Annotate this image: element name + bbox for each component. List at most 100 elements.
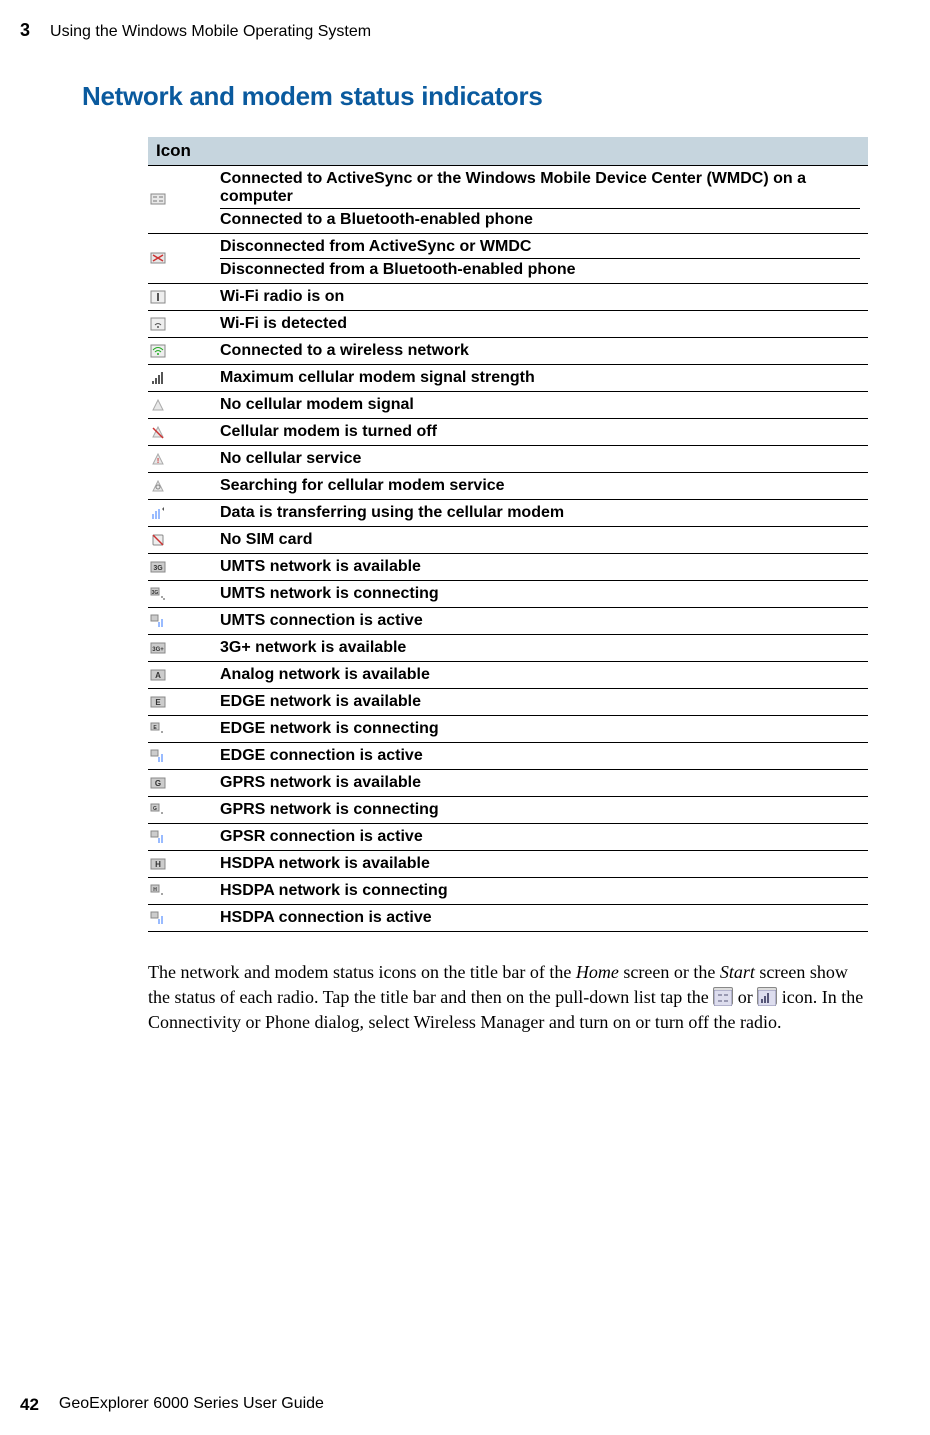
table-row: Wi-Fi is detected — [148, 311, 868, 338]
table-row: Cellular modem is turned off — [148, 419, 868, 446]
table-row: G GPRS network is connecting — [148, 797, 868, 824]
chapter-title: Using the Windows Mobile Operating Syste… — [50, 23, 371, 41]
edge-available-icon: E — [150, 695, 166, 709]
svg-text:A: A — [155, 671, 161, 680]
table-row: GPSR connection is active — [148, 824, 868, 851]
table-cell-desc: Searching for cellular modem service — [212, 473, 868, 500]
table-cell-desc: Disconnected from ActiveSync or WMDC — [220, 238, 860, 259]
table-cell-desc: No SIM card — [212, 527, 868, 554]
table-row: E EDGE network is available — [148, 689, 868, 716]
table-cell-desc: HSDPA network is connecting — [212, 878, 868, 905]
table-row: Connected to ActiveSync or the Windows M… — [148, 166, 868, 234]
activesync-connected-icon — [150, 192, 166, 206]
table-cell-desc: No cellular modem signal — [212, 392, 868, 419]
modem-off-icon — [150, 425, 166, 439]
chapter-number: 3 — [20, 20, 30, 41]
table-cell-desc: 3G+ network is available — [212, 635, 868, 662]
table-header-icon: Icon — [148, 137, 868, 166]
phone-signal-icon — [757, 987, 777, 1005]
gprs-active-icon — [150, 830, 166, 844]
table-cell-desc: Disconnected from a Bluetooth-enabled ph… — [220, 261, 860, 279]
svg-text:G: G — [155, 779, 161, 788]
table-cell-desc: GPRS network is connecting — [212, 797, 868, 824]
table-cell-desc: Cellular modem is turned off — [212, 419, 868, 446]
edge-connecting-icon: E — [150, 722, 166, 736]
umts-active-icon — [150, 614, 166, 628]
table-cell-desc: EDGE connection is active — [212, 743, 868, 770]
page-footer: 42 GeoExplorer 6000 Series User Guide — [20, 1395, 324, 1415]
data-transfer-icon — [150, 506, 166, 520]
table-row: Data is transferring using the cellular … — [148, 500, 868, 527]
hsdpa-active-icon — [150, 911, 166, 925]
table-row: Searching for cellular modem service — [148, 473, 868, 500]
table-cell-desc: UMTS network is connecting — [212, 581, 868, 608]
svg-text:G: G — [153, 806, 157, 812]
table-row: Disconnected from ActiveSync or WMDC Dis… — [148, 234, 868, 284]
signal-max-icon — [150, 371, 166, 385]
footer-title: GeoExplorer 6000 Series User Guide — [59, 1395, 324, 1415]
analog-available-icon: A — [150, 668, 166, 682]
table-cell-desc: Wi-Fi radio is on — [212, 284, 868, 311]
connectivity-icon — [713, 987, 733, 1005]
table-cell-desc: Data is transferring using the cellular … — [212, 500, 868, 527]
table-cell-desc: HSDPA network is available — [212, 851, 868, 878]
gprs-connecting-icon: G — [150, 803, 166, 817]
hsdpa-connecting-icon: H — [150, 884, 166, 898]
table-row: A Analog network is available — [148, 662, 868, 689]
umts-connecting-icon: 3G — [150, 587, 166, 601]
table-cell-desc: UMTS connection is active — [212, 608, 868, 635]
table-cell-desc: GPRS network is available — [212, 770, 868, 797]
activesync-disconnected-icon — [150, 251, 166, 265]
wifi-detected-icon — [150, 317, 166, 331]
svg-text:H: H — [153, 887, 157, 893]
table-row: UMTS connection is active — [148, 608, 868, 635]
table-row: G GPRS network is available — [148, 770, 868, 797]
svg-text:!: ! — [157, 458, 159, 465]
umts-available-icon: 3G — [150, 560, 166, 574]
table-cell-desc: Connected to ActiveSync or the Windows M… — [220, 170, 860, 209]
table-cell-desc: GPSR connection is active — [212, 824, 868, 851]
svg-text:3G: 3G — [153, 565, 163, 572]
table-cell-desc: No cellular service — [212, 446, 868, 473]
wifi-connected-icon — [150, 344, 166, 358]
svg-text:3G+: 3G+ — [152, 647, 164, 653]
table-cell-desc: UMTS network is available — [212, 554, 868, 581]
table-row: HSDPA connection is active — [148, 905, 868, 932]
table-row: Maximum cellular modem signal strength — [148, 365, 868, 392]
table-row: 3G+ 3G+ network is available — [148, 635, 868, 662]
no-sim-icon — [150, 533, 166, 547]
table-cell-desc: Analog network is available — [212, 662, 868, 689]
table-row: H HSDPA network is available — [148, 851, 868, 878]
svg-text:E: E — [155, 698, 161, 707]
chapter-header: 3 Using the Windows Mobile Operating Sys… — [20, 20, 870, 41]
status-icon-table: Icon Connected to ActiveSync or the Wind… — [148, 137, 868, 932]
table-row: No SIM card — [148, 527, 868, 554]
table-cell-desc: EDGE network is available — [212, 689, 868, 716]
table-cell-desc: Connected to a Bluetooth-enabled phone — [220, 211, 860, 229]
svg-text:H: H — [155, 860, 161, 869]
page-number: 42 — [20, 1395, 39, 1415]
table-row: 3G UMTS network is available — [148, 554, 868, 581]
no-service-icon: ! — [150, 452, 166, 466]
table-row: Wi-Fi radio is on — [148, 284, 868, 311]
table-row: Connected to a wireless network — [148, 338, 868, 365]
table-row: H HSDPA network is connecting — [148, 878, 868, 905]
edge-active-icon — [150, 749, 166, 763]
table-cell-desc: EDGE network is connecting — [212, 716, 868, 743]
3gplus-available-icon: 3G+ — [150, 641, 166, 655]
table-cell-desc: Wi-Fi is detected — [212, 311, 868, 338]
table-cell-desc: Connected to a wireless network — [212, 338, 868, 365]
signal-searching-icon — [150, 479, 166, 493]
hsdpa-available-icon: H — [150, 857, 166, 871]
table-cell-desc: Maximum cellular modem signal strength — [212, 365, 868, 392]
table-cell-desc: HSDPA connection is active — [212, 905, 868, 932]
wifi-on-icon — [150, 290, 166, 304]
page: 3 Using the Windows Mobile Operating Sys… — [0, 0, 930, 1435]
svg-text:3G: 3G — [152, 590, 159, 596]
table-row: EDGE connection is active — [148, 743, 868, 770]
gprs-available-icon: G — [150, 776, 166, 790]
table-row: ! No cellular service — [148, 446, 868, 473]
instruction-paragraph: The network and modem status icons on th… — [148, 960, 868, 1036]
table-row: No cellular modem signal — [148, 392, 868, 419]
section-title: Network and modem status indicators — [82, 81, 870, 112]
